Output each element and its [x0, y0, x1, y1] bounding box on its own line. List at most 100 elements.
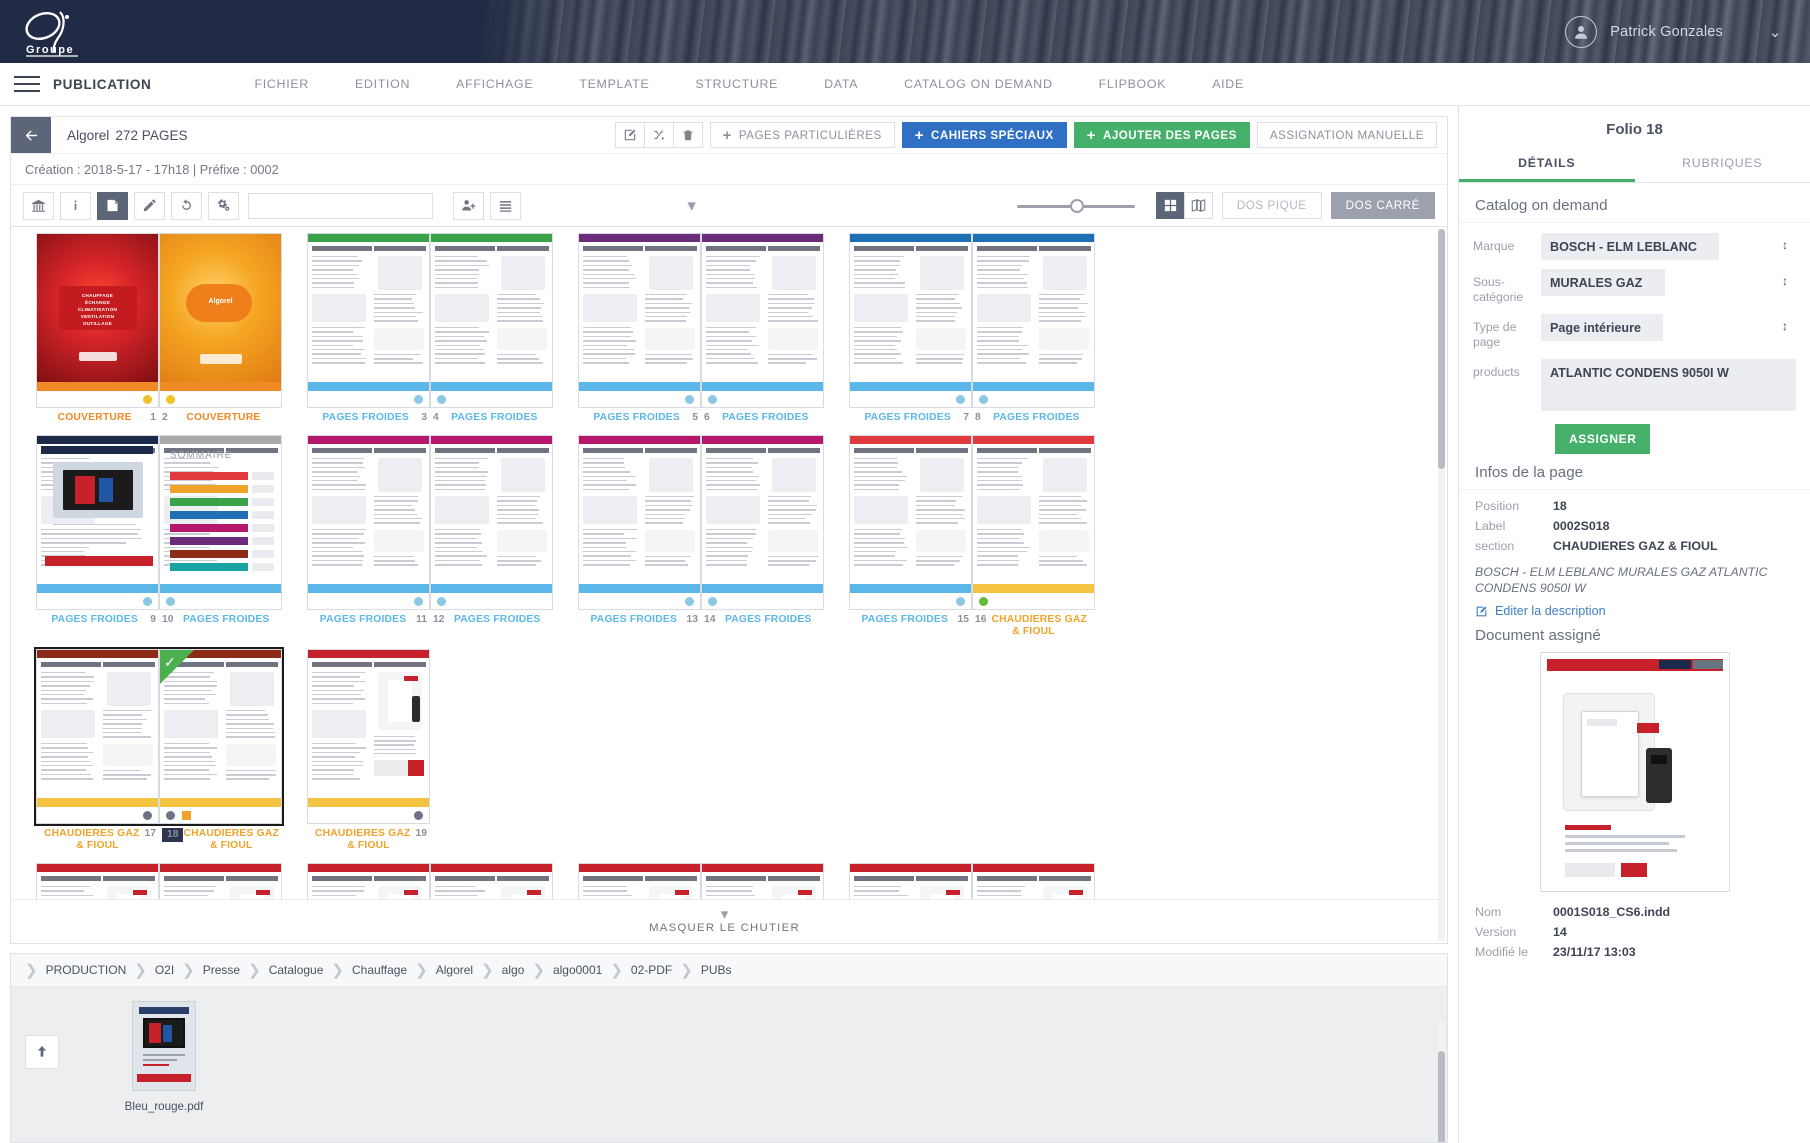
- page-thumbnail[interactable]: ✓: [159, 649, 282, 824]
- status-dot[interactable]: [979, 597, 988, 606]
- page-thumbnail[interactable]: CHAUFFAGE ÉCHANGE CLIMATISATION VENTILATION…: [36, 233, 159, 408]
- status-dot[interactable]: [166, 811, 175, 820]
- status-dot[interactable]: [414, 811, 423, 820]
- menu-item-template[interactable]: TEMPLATE: [556, 77, 672, 91]
- status-dot[interactable]: [166, 395, 175, 404]
- page-thumbnail[interactable]: [701, 435, 824, 610]
- page-thumbnail[interactable]: [307, 233, 430, 408]
- chutier-file-item[interactable]: Bleu_rouge.pdf: [109, 1001, 219, 1113]
- breadcrumb-item[interactable]: ❯ PRODUCTION: [17, 961, 126, 979]
- breadcrumb-label[interactable]: Presse: [203, 963, 240, 977]
- tab-details[interactable]: DÉTAILS: [1459, 148, 1635, 182]
- spread-view-icon-button[interactable]: [1183, 192, 1213, 219]
- page-thumbnail[interactable]: [701, 233, 824, 408]
- breadcrumb-label[interactable]: Chauffage: [352, 963, 407, 977]
- page-thumbnail[interactable]: [849, 435, 972, 610]
- edit-icon-button[interactable]: [614, 122, 645, 148]
- upload-icon-button[interactable]: [25, 1035, 59, 1069]
- page-thumbnail[interactable]: [307, 649, 430, 824]
- zoom-slider[interactable]: [1016, 198, 1135, 213]
- dos-carre-button[interactable]: DOS CARRÉ: [1330, 192, 1435, 219]
- sous-categorie-select-wrap[interactable]: MURALES GAZ: [1541, 269, 1796, 296]
- page-thumbnail[interactable]: [430, 233, 553, 408]
- marque-select[interactable]: BOSCH - ELM LEBLANC: [1541, 233, 1719, 260]
- settings-gears-icon-button[interactable]: [208, 191, 239, 220]
- status-dot[interactable]: [143, 395, 152, 404]
- breadcrumb-item[interactable]: ❯ Catalogue: [240, 961, 323, 979]
- assignation-manuelle-button[interactable]: ASSIGNATION MANUELLE: [1256, 122, 1437, 148]
- status-dot[interactable]: [437, 395, 446, 404]
- breadcrumb-label[interactable]: 02-PDF: [631, 963, 672, 977]
- menu-item-fichier[interactable]: FICHIER: [231, 77, 331, 91]
- page-thumbnail[interactable]: [307, 435, 430, 610]
- page-view-icon-button[interactable]: [97, 191, 128, 220]
- cahiers-speciaux-button[interactable]: + CAHIERS SPÉCIAUX: [901, 122, 1067, 148]
- info-icon-button[interactable]: [60, 191, 91, 220]
- page-thumbnail[interactable]: [972, 233, 1095, 408]
- status-dot[interactable]: [708, 395, 717, 404]
- status-dot[interactable]: [979, 395, 988, 404]
- refresh-icon-button[interactable]: [171, 191, 202, 220]
- breadcrumb-label[interactable]: Catalogue: [269, 963, 324, 977]
- marque-select-wrap[interactable]: BOSCH - ELM LEBLANC: [1541, 233, 1796, 260]
- menu-item-structure[interactable]: STRUCTURE: [672, 77, 801, 91]
- list-view-icon-button[interactable]: [490, 191, 521, 220]
- app-logo[interactable]: Groupe: [20, 6, 84, 58]
- bank-icon-button[interactable]: [23, 191, 54, 220]
- breadcrumb-item[interactable]: ❯ 02-PDF: [602, 961, 672, 979]
- breadcrumb-item[interactable]: ❯ Presse: [174, 961, 240, 979]
- status-dot[interactable]: [414, 395, 423, 404]
- type-de-page-select[interactable]: Page intérieure: [1541, 314, 1663, 341]
- breadcrumb-item[interactable]: ❯ Algorel: [407, 961, 473, 979]
- chevron-down-icon[interactable]: ⌄: [1762, 23, 1788, 41]
- shuffle-icon-button[interactable]: [643, 122, 674, 148]
- assigner-button[interactable]: ASSIGNER: [1555, 424, 1651, 454]
- status-dot[interactable]: [685, 597, 694, 606]
- page-thumbnail[interactable]: [972, 435, 1095, 610]
- expand-chevron-down-icon[interactable]: ▾: [687, 196, 696, 216]
- page-thumbnail[interactable]: SOMMAIRE: [159, 435, 282, 610]
- menu-item-edition[interactable]: EDITION: [332, 77, 433, 91]
- pages-scrollbar-thumb[interactable]: [1438, 229, 1445, 469]
- delete-icon-button[interactable]: [672, 122, 703, 148]
- menu-item-catalog-on-demand[interactable]: CATALOG ON DEMAND: [881, 77, 1075, 91]
- menu-item-flipbook[interactable]: FLIPBOOK: [1076, 77, 1190, 91]
- menu-item-aide[interactable]: AIDE: [1189, 77, 1267, 91]
- breadcrumb-item[interactable]: ❯ PUBs: [672, 961, 731, 979]
- page-thumbnail[interactable]: [578, 435, 701, 610]
- status-dot[interactable]: [143, 597, 152, 606]
- chutier-scrollbar[interactable]: [1438, 1021, 1445, 1142]
- page-thumbnail[interactable]: [36, 435, 159, 610]
- status-dot[interactable]: [166, 597, 175, 606]
- menu-item-affichage[interactable]: AFFICHAGE: [433, 77, 556, 91]
- pencil-icon-button[interactable]: [134, 191, 165, 220]
- ajouter-des-pages-button[interactable]: + AJOUTER DES PAGES: [1073, 122, 1250, 148]
- chutier-scrollbar-thumb[interactable]: [1438, 1051, 1445, 1142]
- page-thumbnail[interactable]: [430, 435, 553, 610]
- page-thumbnail[interactable]: [36, 649, 159, 824]
- breadcrumb-item[interactable]: ❯ Chauffage: [323, 961, 407, 979]
- status-dot[interactable]: [956, 395, 965, 404]
- add-user-icon-button[interactable]: [453, 191, 484, 220]
- breadcrumb-label[interactable]: O2I: [155, 963, 174, 977]
- status-dot[interactable]: [143, 811, 152, 820]
- tab-rubriques[interactable]: RUBRIQUES: [1635, 148, 1810, 182]
- zoom-slider-knob[interactable]: [1069, 198, 1084, 213]
- status-dot[interactable]: [414, 597, 423, 606]
- dos-pique-button[interactable]: DOS PIQUE: [1221, 192, 1322, 219]
- editer-la-description-link[interactable]: Editer la description: [1459, 598, 1810, 622]
- back-button[interactable]: [11, 117, 51, 153]
- status-dot[interactable]: [437, 597, 446, 606]
- hamburger-menu-icon[interactable]: [14, 76, 40, 92]
- breadcrumb-label[interactable]: PUBs: [701, 963, 732, 977]
- breadcrumb-item[interactable]: ❯ algo: [473, 961, 524, 979]
- breadcrumb-label[interactable]: Algorel: [436, 963, 473, 977]
- breadcrumb-label[interactable]: algo0001: [553, 963, 602, 977]
- type-de-page-select-wrap[interactable]: Page intérieure: [1541, 314, 1796, 341]
- document-thumbnail[interactable]: [1539, 652, 1730, 892]
- masquer-le-chutier-button[interactable]: ▾ MASQUER LE CHUTIER: [11, 899, 1438, 943]
- breadcrumb-label[interactable]: PRODUCTION: [46, 963, 127, 977]
- page-thumbnail[interactable]: [849, 233, 972, 408]
- menu-item-data[interactable]: DATA: [801, 77, 881, 91]
- breadcrumb-item[interactable]: ❯ algo0001: [524, 961, 602, 979]
